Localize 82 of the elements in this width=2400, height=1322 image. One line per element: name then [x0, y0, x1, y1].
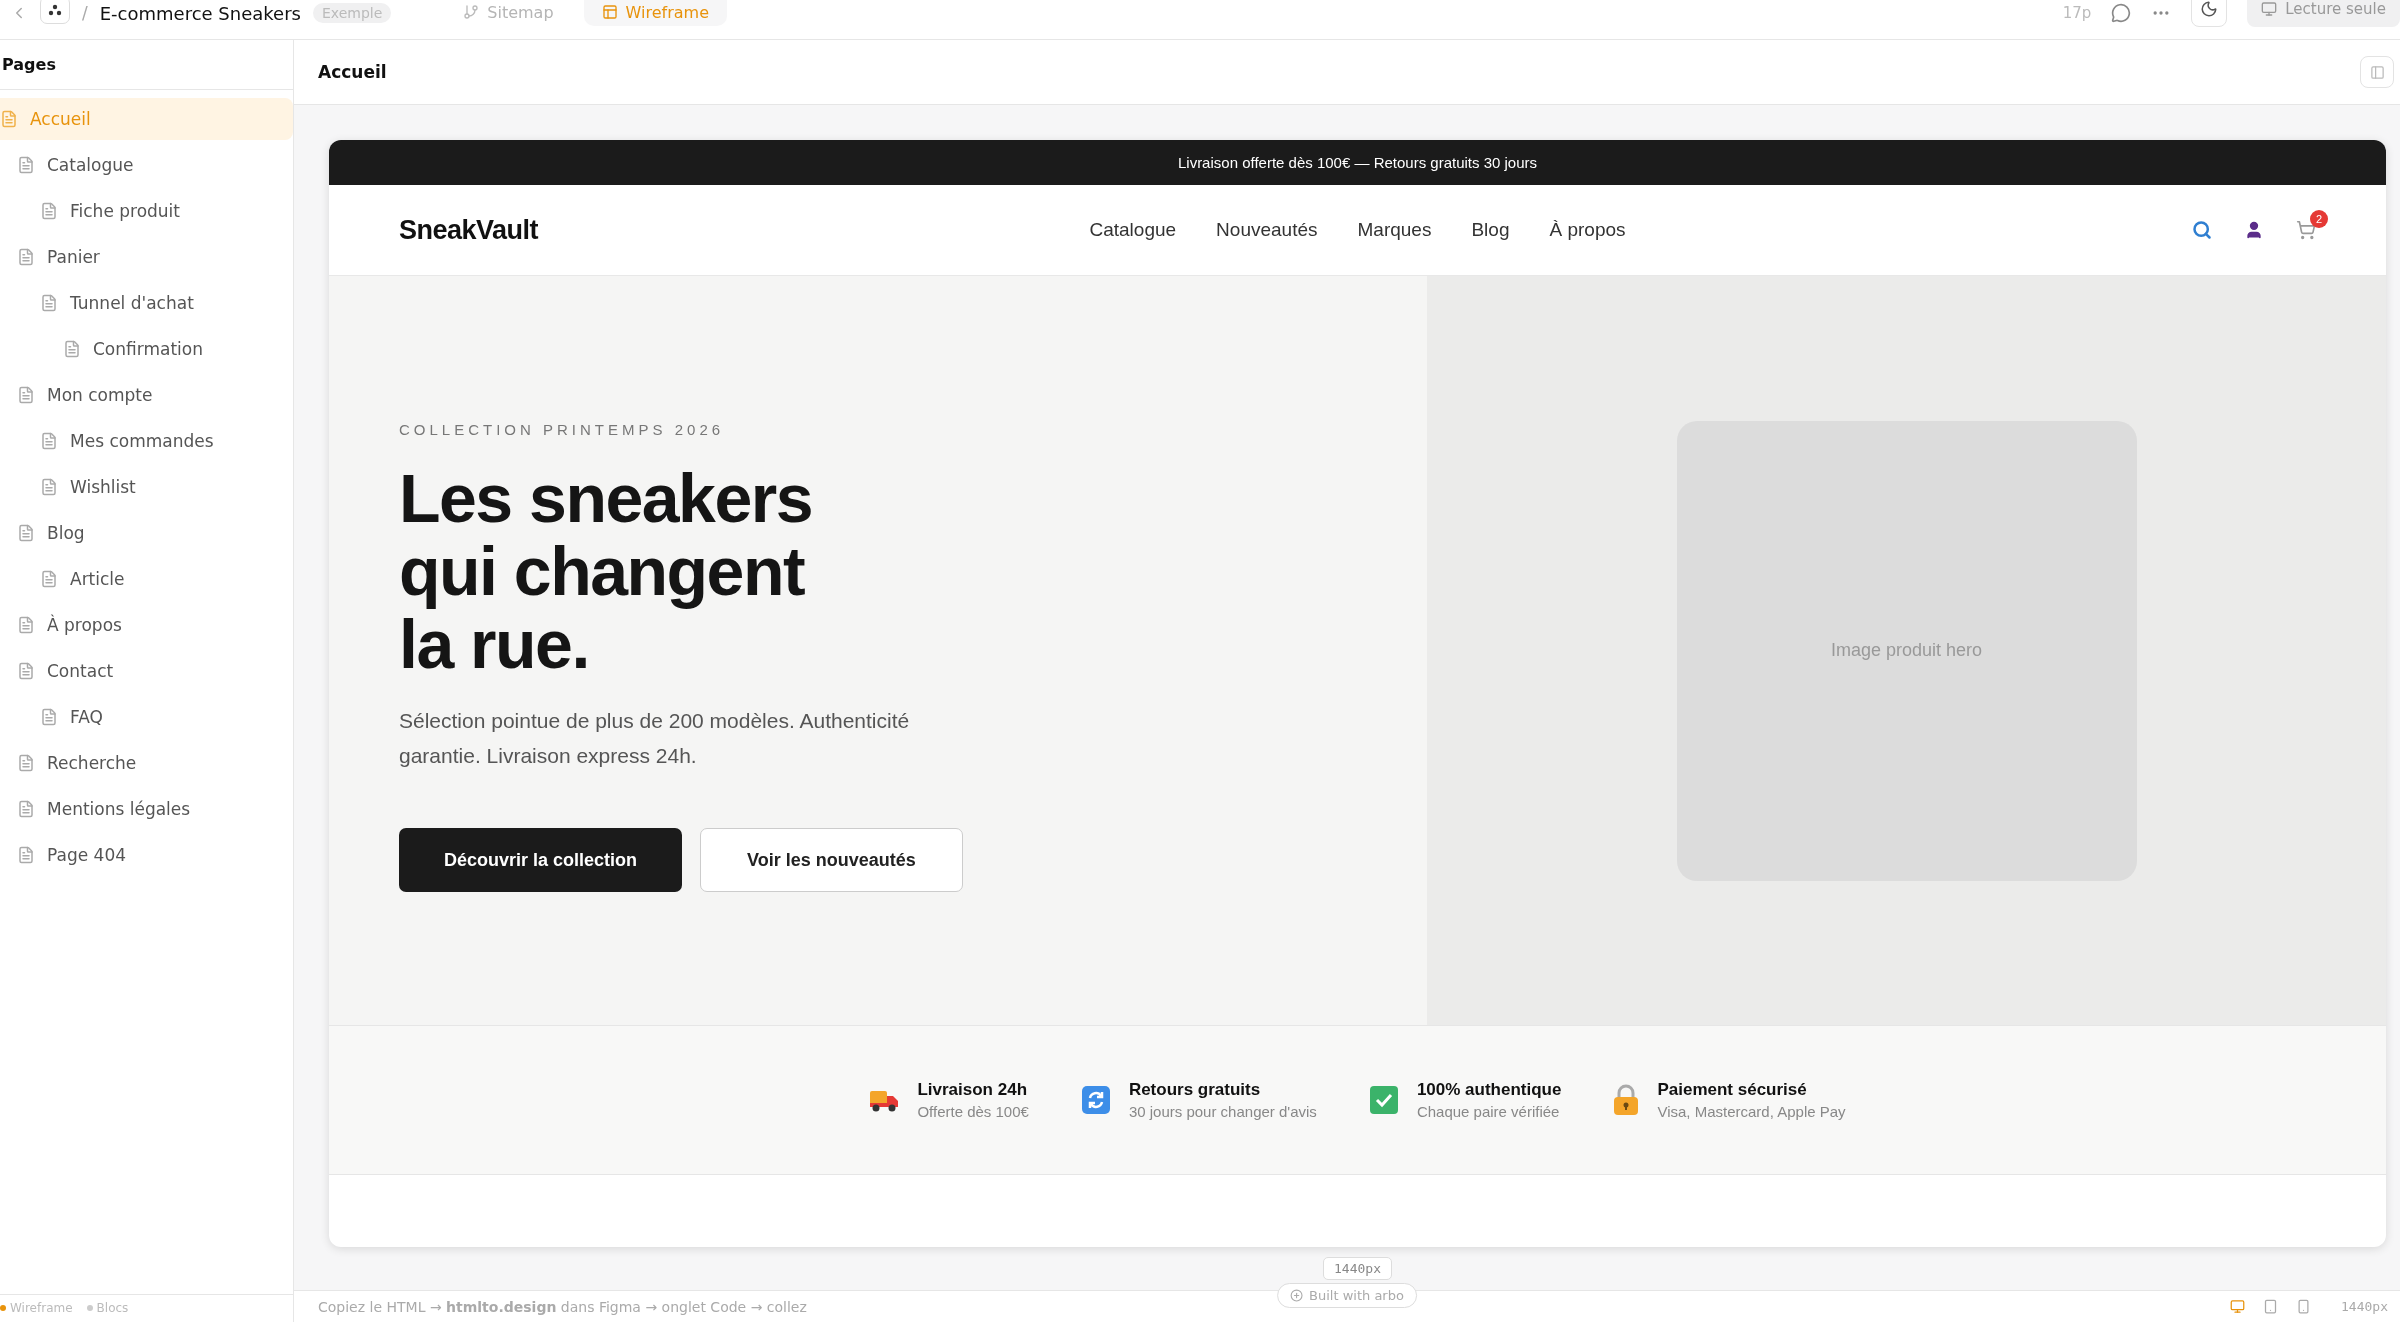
- desktop-icon[interactable]: [2230, 1299, 2246, 1314]
- file-icon: [0, 110, 18, 128]
- sidebar-item[interactable]: À propos: [0, 604, 293, 646]
- cart-count: 2: [2310, 210, 2328, 228]
- file-icon: [17, 616, 35, 634]
- export-hint: Copiez le HTML → htmlto.design dans Figma → onglet Code → collez: [318, 1299, 808, 1315]
- refresh-icon: [1080, 1085, 1111, 1115]
- moon-icon: [2200, 0, 2219, 18]
- file-icon: [17, 248, 35, 266]
- hero-eyebrow: COLLECTION PRINTEMPS 2026: [399, 421, 726, 438]
- feature-title: Paiement sécurisé: [1657, 1080, 1808, 1100]
- nav-link[interactable]: Marques: [1357, 219, 1432, 241]
- sidebar-item[interactable]: Mentions légales: [0, 788, 293, 830]
- sidebar-item[interactable]: Page 404: [0, 834, 293, 876]
- file-icon: [40, 708, 58, 726]
- sidebar-item[interactable]: Panier: [0, 236, 293, 278]
- feature-subtitle: 30 jours pour changer d'avis: [1128, 1103, 1317, 1120]
- check-icon: [1368, 1085, 1399, 1115]
- padlock-icon: [1613, 1084, 1640, 1116]
- cart-icon[interactable]: [2296, 220, 2316, 240]
- placeholder-label: Image produit hero: [1830, 640, 1983, 661]
- sidebar-item[interactable]: FAQ: [0, 696, 293, 738]
- sidebar-item[interactable]: Catalogue: [0, 144, 293, 186]
- page-title: Accueil: [318, 62, 388, 82]
- file-icon: [17, 800, 35, 818]
- page-count: 17p: [2062, 4, 2092, 22]
- feature-subtitle: Chaque paire vérifiée: [1416, 1103, 1561, 1120]
- sidebar-item[interactable]: Contact: [0, 650, 293, 692]
- sidebar-item[interactable]: Article: [0, 558, 293, 600]
- project-title: E-commerce Sneakers: [99, 2, 301, 24]
- announcement-bar: Livraison offerte dès 100€ — Retours gratuits 30 jours: [329, 140, 2386, 185]
- site-logo: SneakVault: [399, 214, 540, 246]
- tablet-icon[interactable]: [2263, 1299, 2279, 1314]
- sidebar-icon: [2369, 64, 2385, 80]
- search-icon[interactable]: [2192, 220, 2212, 240]
- nav-link[interactable]: À propos: [1549, 219, 1626, 241]
- sidebar-item[interactable]: Confirmation: [0, 328, 293, 370]
- panel-toggle-button[interactable]: [2360, 56, 2394, 88]
- sidebar-item[interactable]: Blog: [0, 512, 293, 554]
- phone-icon[interactable]: [2296, 1299, 2312, 1314]
- file-icon: [40, 202, 58, 220]
- feature-subtitle: Visa, Mastercard, Apple Pay: [1657, 1103, 1846, 1120]
- file-icon: [17, 386, 35, 404]
- sidebar-item[interactable]: Tunnel d'achat: [0, 282, 293, 324]
- sidebar-item[interactable]: Mes commandes: [0, 420, 293, 462]
- hero-description: Sélection pointue de plus de 200 modèles. Authenticité garantie. Livraison express 24h.: [399, 708, 911, 769]
- user-icon[interactable]: [2244, 220, 2264, 240]
- nav-link[interactable]: Nouveautés: [1216, 219, 1318, 241]
- feature-subtitle: Offerte dès 100€: [917, 1103, 1029, 1120]
- file-icon: [40, 478, 58, 496]
- primary-button[interactable]: Découvrir la collection: [399, 828, 683, 892]
- sidebar-item[interactable]: Mon compte: [0, 374, 293, 416]
- feature-title: 100% authentique: [1416, 1080, 1562, 1100]
- sidebar-item[interactable]: Recherche: [0, 742, 293, 784]
- file-icon: [40, 294, 58, 312]
- width-label: 1440px: [1323, 1257, 1392, 1280]
- feature-title: Retours gratuits: [1128, 1080, 1262, 1100]
- nav-link[interactable]: Blog: [1471, 219, 1510, 241]
- pages-title: Pages: [2, 55, 56, 74]
- file-icon: [40, 432, 58, 450]
- file-icon: [17, 524, 35, 542]
- monitor-icon: [2261, 1, 2278, 17]
- file-icon: [17, 156, 35, 174]
- theme-button[interactable]: [2191, 0, 2228, 27]
- feature-title: Livraison 24h: [917, 1080, 1029, 1100]
- sidebar-item[interactable]: Wishlist: [0, 466, 293, 508]
- breadcrumb-separator: /: [82, 3, 88, 23]
- file-icon: [17, 754, 35, 772]
- plus-icon: [1290, 1289, 1304, 1302]
- viewport-width: 1440px: [2341, 1299, 2388, 1314]
- branch-icon: [463, 4, 480, 20]
- nav-link[interactable]: Catalogue: [1089, 219, 1177, 241]
- sidebar-item[interactable]: Fiche produit: [0, 190, 293, 232]
- file-icon: [17, 846, 35, 864]
- file-icon: [63, 340, 81, 358]
- file-icon: [40, 570, 58, 588]
- secondary-button[interactable]: Voir les nouveautés: [700, 828, 963, 892]
- layout-icon: [601, 4, 618, 20]
- file-icon: [17, 662, 35, 680]
- app-logo[interactable]: [40, 0, 70, 24]
- comment-icon[interactable]: [2111, 3, 2132, 23]
- hero-heading: Les sneakers qui changent la rue.: [399, 462, 813, 681]
